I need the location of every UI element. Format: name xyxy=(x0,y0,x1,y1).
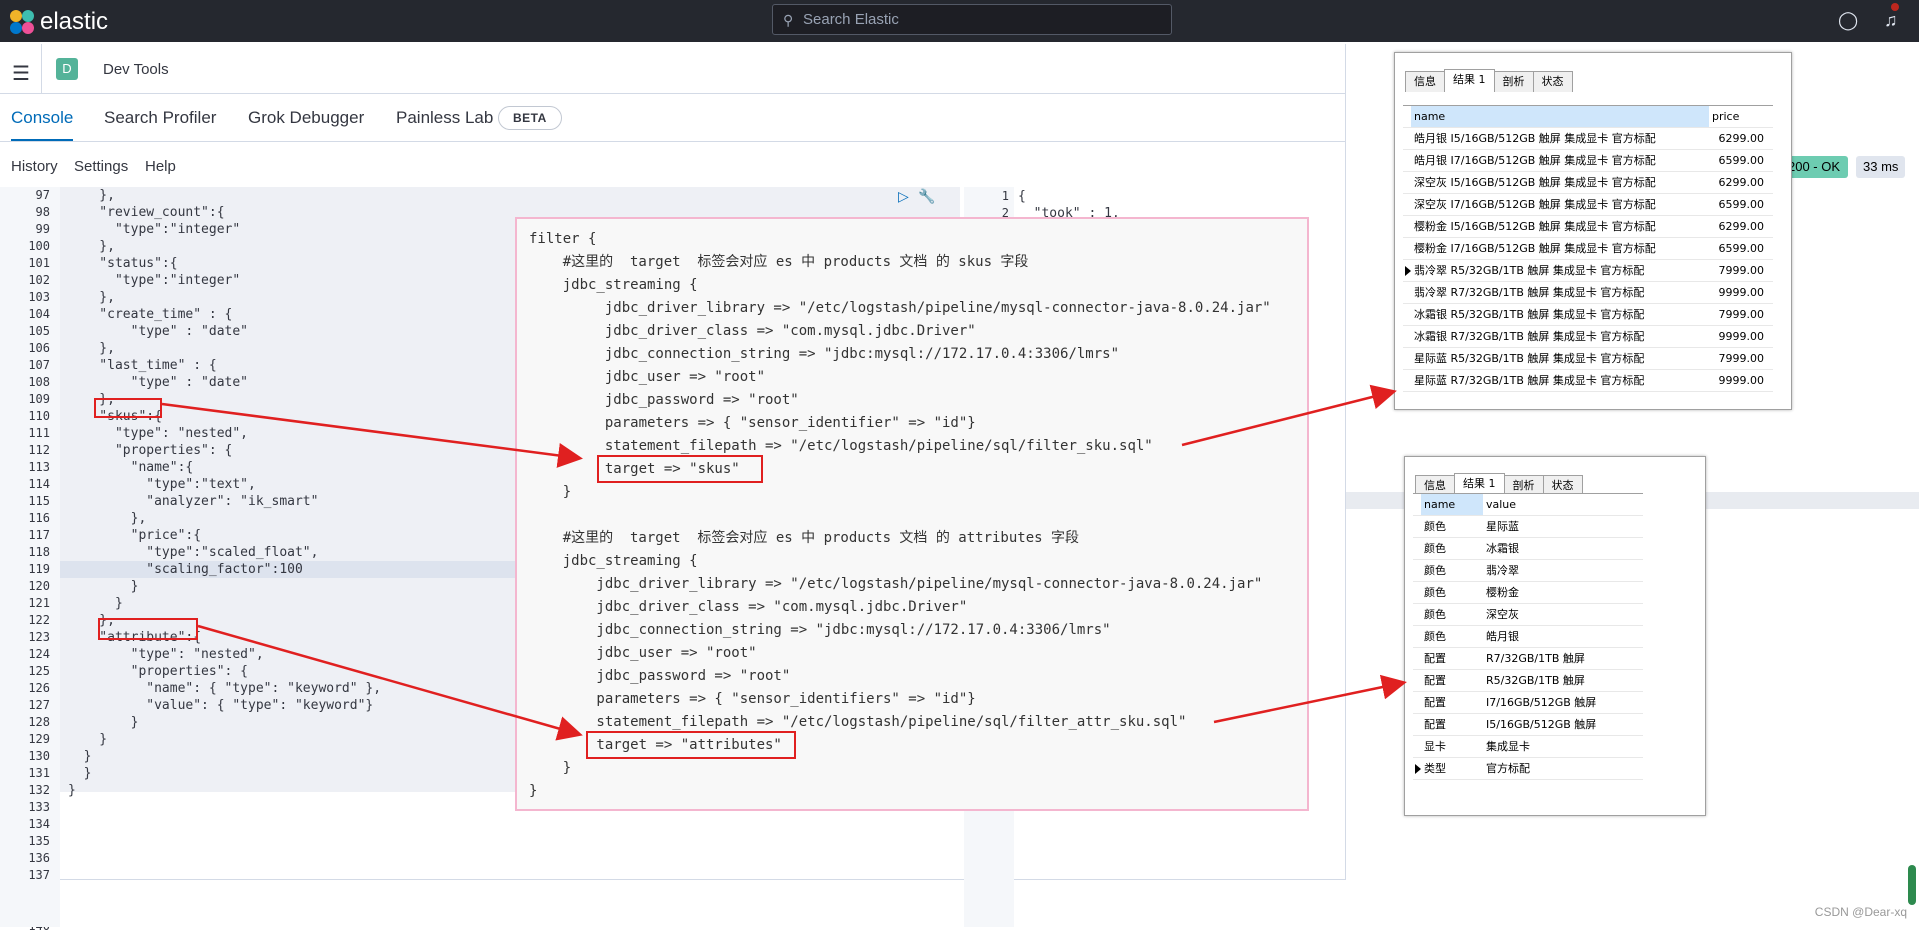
annotation-arrows xyxy=(0,0,1919,927)
arrow-to-attr-grid xyxy=(1214,683,1402,722)
page-scrollbar[interactable] xyxy=(1908,865,1916,905)
arrow-to-sku-grid xyxy=(1182,392,1392,445)
watermark: CSDN @Dear-xq xyxy=(1815,905,1907,919)
arrow-skus-to-target xyxy=(162,404,578,458)
arrow-attribute-to-target xyxy=(198,626,578,734)
